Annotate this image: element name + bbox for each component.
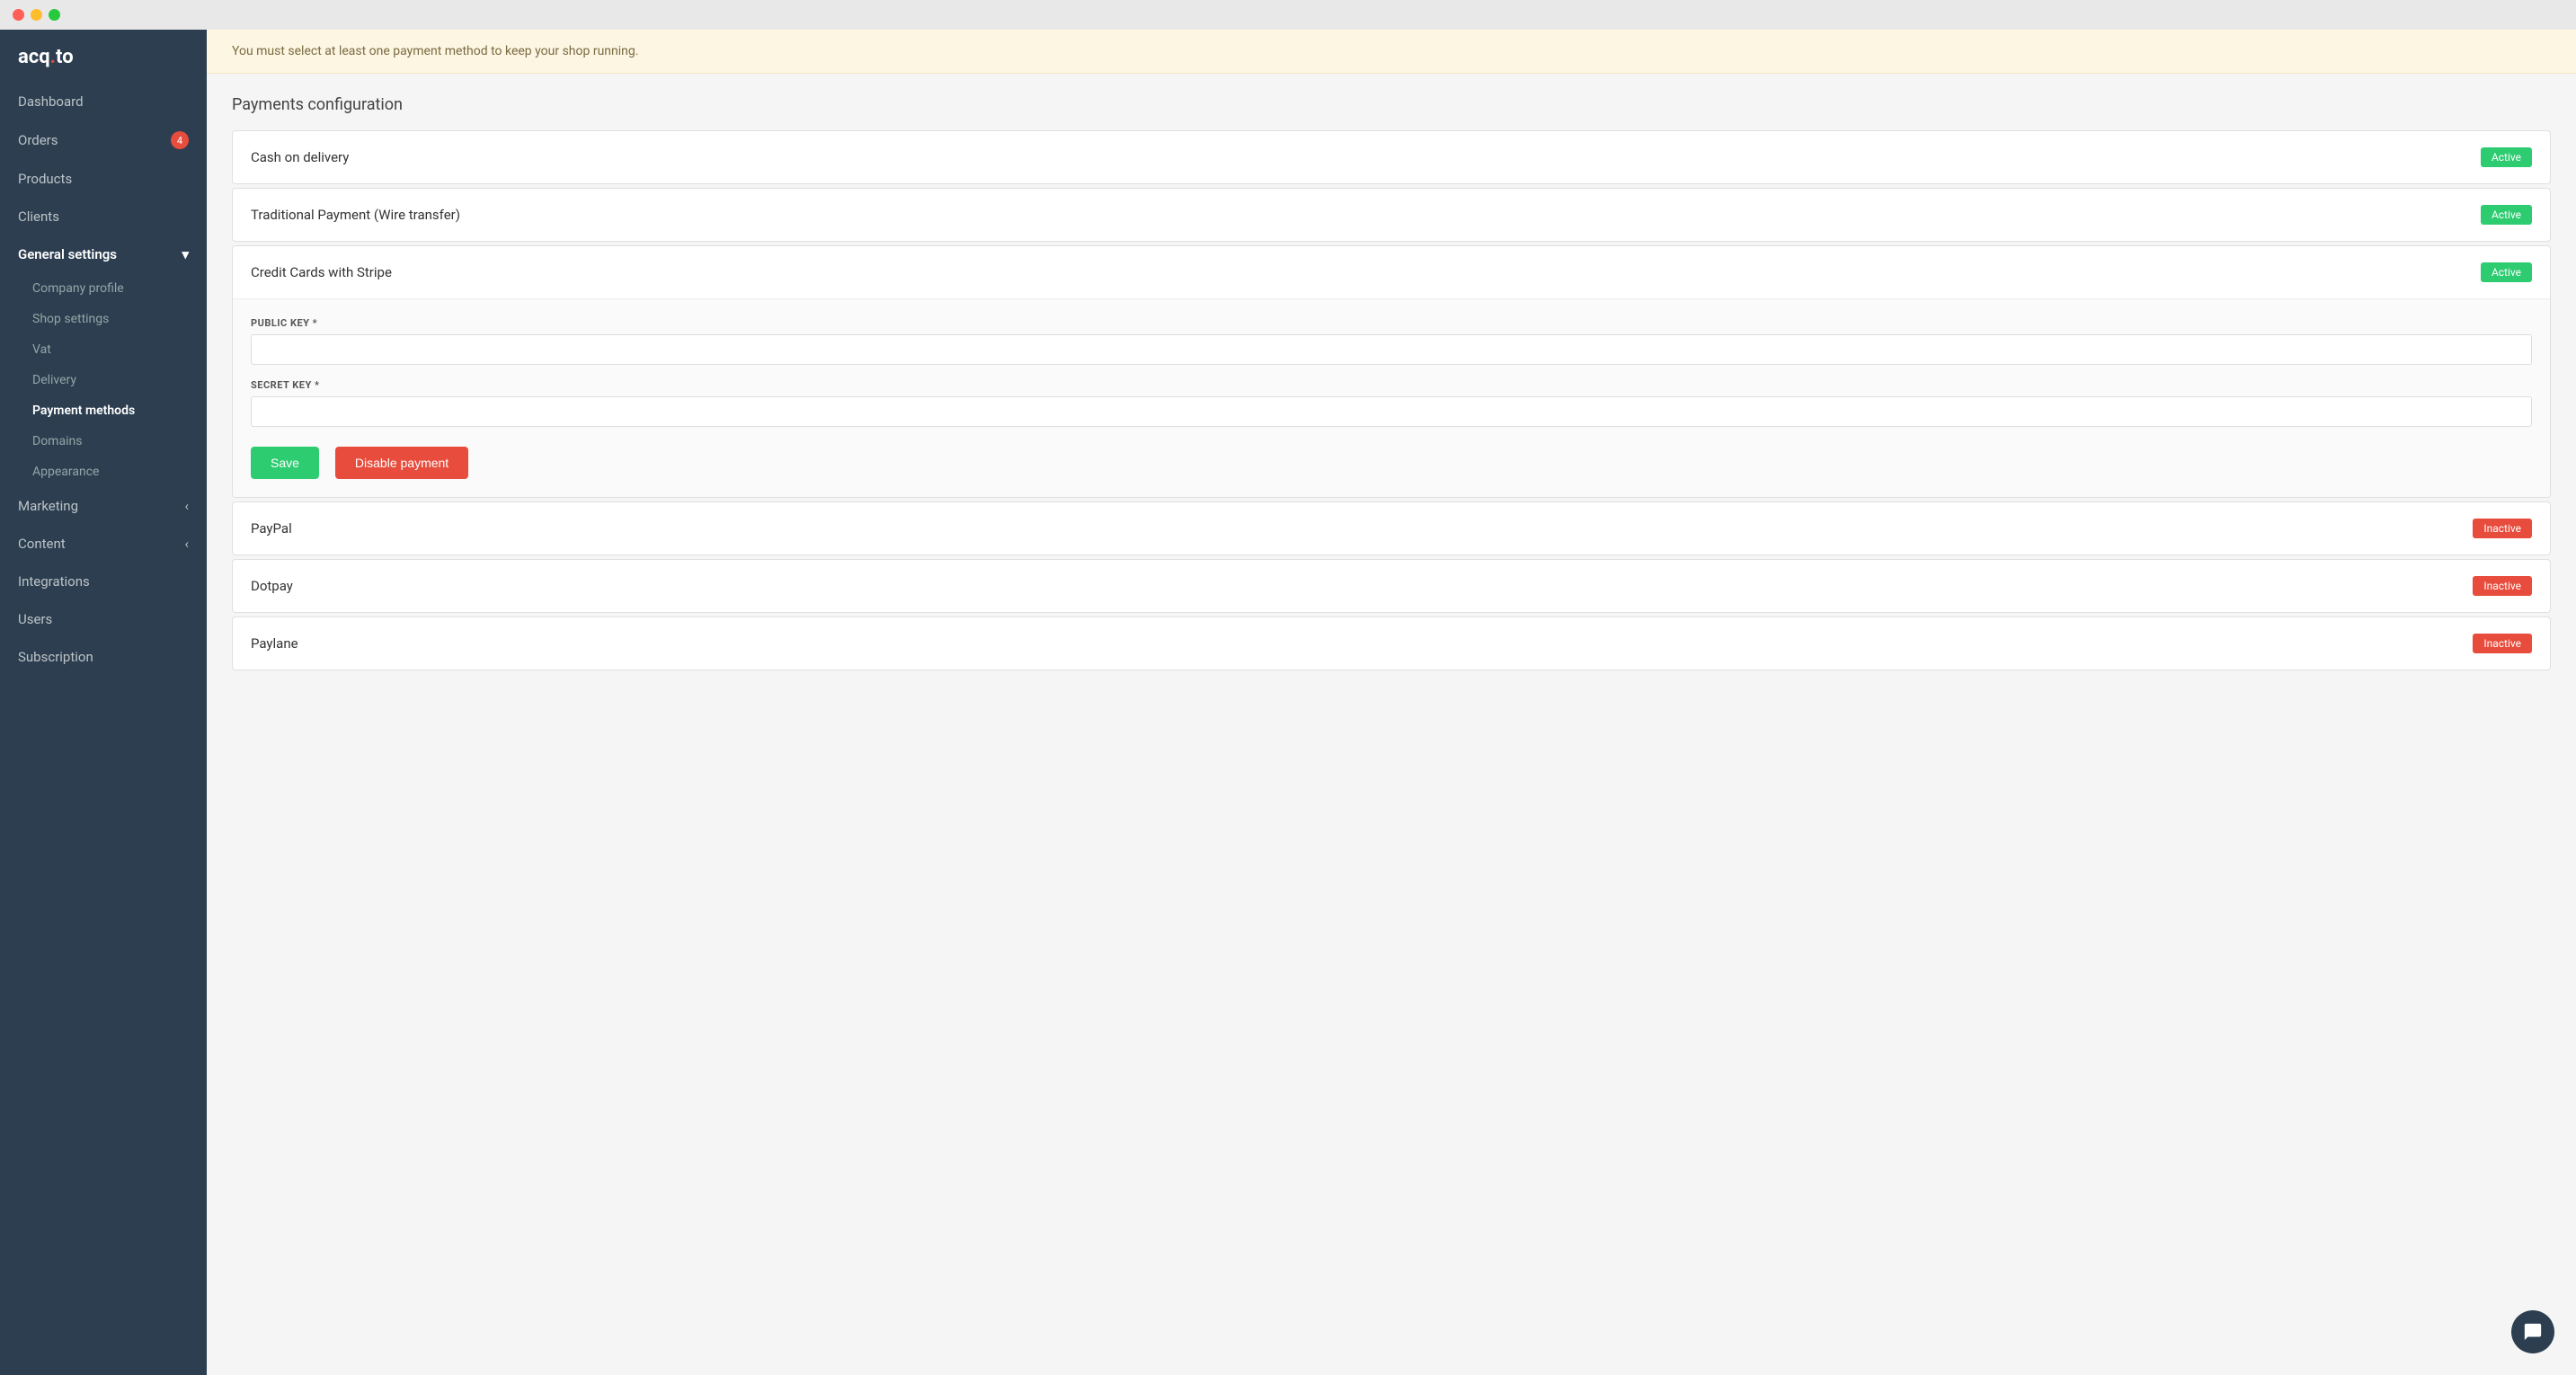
payment-stripe-header[interactable]: Credit Cards with Stripe Active — [233, 246, 2550, 299]
chevron-down-icon: ▾ — [182, 246, 189, 262]
payment-traditional[interactable]: Traditional Payment (Wire transfer) Acti… — [232, 188, 2551, 242]
minimize-button[interactable] — [31, 9, 42, 21]
status-badge-inactive: Inactive — [2473, 576, 2532, 596]
sidebar-item-marketing[interactable]: Marketing ‹ — [0, 487, 207, 525]
sidebar-item-payment-methods[interactable]: Payment methods — [0, 395, 207, 426]
public-key-input[interactable] — [251, 334, 2532, 365]
sidebar-item-vat[interactable]: Vat — [0, 334, 207, 365]
chevron-left-icon: ‹ — [184, 498, 189, 514]
window-chrome — [0, 0, 2576, 30]
sidebar-item-domains[interactable]: Domains — [0, 426, 207, 457]
sidebar-item-products[interactable]: Products — [0, 160, 207, 198]
payment-paypal[interactable]: PayPal Inactive — [232, 501, 2551, 555]
close-button[interactable] — [13, 9, 24, 21]
payment-stripe: Credit Cards with Stripe Active PUBLIC K… — [232, 245, 2551, 498]
main-content: You must select at least one payment met… — [207, 30, 2576, 1375]
chevron-left-icon: ‹ — [184, 536, 189, 552]
sidebar-item-shop-settings[interactable]: Shop settings — [0, 304, 207, 334]
disable-payment-button[interactable]: Disable payment — [335, 447, 468, 479]
sidebar-item-appearance[interactable]: Appearance — [0, 457, 207, 487]
sidebar-item-clients[interactable]: Clients — [0, 198, 207, 235]
save-button[interactable]: Save — [251, 447, 319, 479]
sidebar: acq.to Dashboard Orders 4 Products Clien… — [0, 30, 207, 1375]
public-key-label: PUBLIC KEY * — [251, 317, 2532, 329]
sidebar-item-integrations[interactable]: Integrations — [0, 563, 207, 600]
secret-key-input[interactable] — [251, 396, 2532, 427]
sidebar-item-company-profile[interactable]: Company profile — [0, 273, 207, 304]
status-badge-active: Active — [2481, 205, 2532, 225]
payment-paylane[interactable]: Paylane Inactive — [232, 617, 2551, 670]
sidebar-section-general-settings[interactable]: General settings ▾ — [0, 235, 207, 273]
maximize-button[interactable] — [49, 9, 60, 21]
status-badge-active: Active — [2481, 262, 2532, 282]
status-badge-inactive: Inactive — [2473, 519, 2532, 538]
warning-banner: You must select at least one payment met… — [207, 30, 2576, 74]
sidebar-item-users[interactable]: Users — [0, 600, 207, 638]
chat-icon — [2523, 1322, 2543, 1342]
chat-button[interactable] — [2511, 1310, 2554, 1353]
orders-badge: 4 — [171, 131, 189, 149]
page-title: Payments configuration — [232, 95, 2551, 114]
status-badge-active: Active — [2481, 147, 2532, 167]
sidebar-item-orders[interactable]: Orders 4 — [0, 120, 207, 160]
payment-dotpay[interactable]: Dotpay Inactive — [232, 559, 2551, 613]
secret-key-label: SECRET KEY * — [251, 379, 2532, 391]
sidebar-item-dashboard[interactable]: Dashboard — [0, 83, 207, 120]
payment-cash-on-delivery[interactable]: Cash on delivery Active — [232, 130, 2551, 184]
sidebar-item-delivery[interactable]: Delivery — [0, 365, 207, 395]
sidebar-item-content[interactable]: Content ‹ — [0, 525, 207, 563]
logo: acq.to — [0, 30, 207, 83]
status-badge-inactive: Inactive — [2473, 634, 2532, 653]
sidebar-item-subscription[interactable]: Subscription — [0, 638, 207, 676]
